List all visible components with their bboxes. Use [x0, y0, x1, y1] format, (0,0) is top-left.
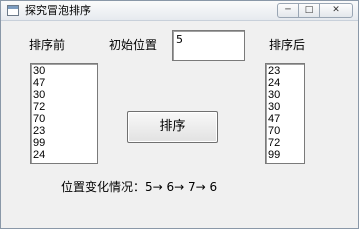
list-after-sort[interactable]: 23 24 30 30 47 70 72 99	[265, 63, 305, 164]
title-bar[interactable]: 探究冒泡排序 ─ □ ✕	[1, 1, 358, 21]
list-item[interactable]: 47	[268, 113, 302, 125]
list-item[interactable]: 30	[268, 89, 302, 101]
list-item[interactable]: 72	[268, 137, 302, 149]
list-item[interactable]: 99	[268, 149, 302, 161]
minimize-button[interactable]: ─	[277, 3, 299, 18]
list-item[interactable]: 23	[33, 125, 95, 137]
close-button[interactable]: ✕	[319, 3, 353, 18]
maximize-button[interactable]: □	[298, 3, 320, 18]
sort-button[interactable]: 排序	[127, 111, 218, 143]
window-title: 探究冒泡排序	[25, 4, 91, 17]
list-item[interactable]: 70	[268, 125, 302, 137]
list-item[interactable]: 23	[268, 65, 302, 77]
list-item[interactable]: 24	[33, 149, 95, 161]
form-client-area: 排序前 初始位置 排序后 5 30 47 30 72 70 23 99 24 排…	[3, 23, 356, 227]
label-initial-position: 初始位置	[109, 38, 158, 52]
list-item[interactable]: 24	[268, 77, 302, 89]
position-change-label: 位置变化情况：	[61, 180, 146, 194]
list-before-sort[interactable]: 30 47 30 72 70 23 99 24	[30, 63, 98, 164]
list-item[interactable]: 99	[33, 137, 95, 149]
list-item[interactable]: 70	[33, 113, 95, 125]
label-after-sort: 排序后	[269, 38, 306, 52]
list-item[interactable]: 30	[268, 101, 302, 113]
list-item[interactable]: 30	[33, 89, 95, 101]
app-window: 探究冒泡排序 ─ □ ✕ 排序前 初始位置 排序后 5 30 47 30 72 …	[0, 0, 359, 229]
label-before-sort: 排序前	[29, 38, 66, 52]
list-item[interactable]: 30	[33, 65, 95, 77]
initial-position-input[interactable]: 5	[172, 30, 245, 61]
app-window-icon	[7, 5, 19, 16]
position-change-value: 5→ 6→ 7→ 6	[145, 180, 218, 194]
position-change-status: 位置变化情况：5→ 6→ 7→ 6	[61, 179, 217, 195]
list-item[interactable]: 47	[33, 77, 95, 89]
list-item[interactable]: 72	[33, 101, 95, 113]
